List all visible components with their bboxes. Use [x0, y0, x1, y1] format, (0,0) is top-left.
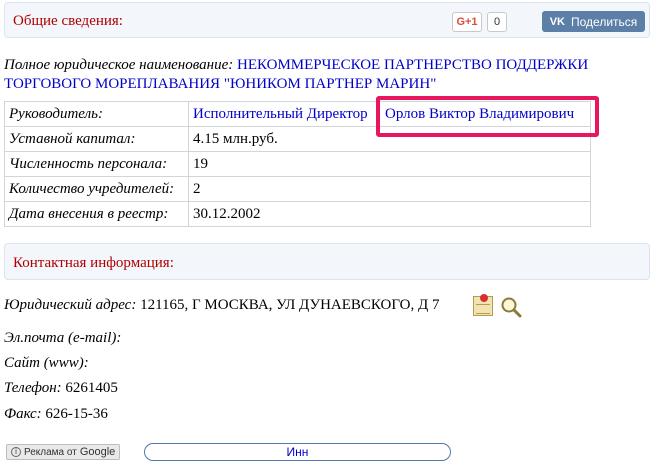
- inn-button[interactable]: Инн: [144, 443, 451, 461]
- table-row: Численность персонала: 19: [4, 151, 591, 177]
- info-icon: i: [11, 447, 21, 457]
- contact-info-title: Контактная информация:: [13, 255, 174, 271]
- email-label: Эл.почта (e-mail):: [4, 330, 122, 346]
- site-label: Сайт (www):: [4, 355, 89, 371]
- site-row: Сайт (www):: [4, 355, 89, 372]
- vk-share-button[interactable]: VK Поделиться: [542, 11, 645, 32]
- table-row: Уставной капитал: 4.15 млн.руб.: [4, 126, 591, 152]
- vk-share-label: Поделиться: [571, 14, 638, 29]
- capital-label: Уставной капитал:: [4, 126, 189, 152]
- fax-value: 626-15-36: [45, 406, 108, 422]
- staff-value: 19: [188, 151, 591, 177]
- email-row: Эл.почта (e-mail):: [4, 330, 121, 347]
- ad-brand: Google: [79, 446, 116, 458]
- map-pin-icon: [480, 294, 488, 302]
- gplus-widget: G+1 0: [452, 12, 507, 32]
- table-row: Дата внесения в реестр: 30.12.2002: [4, 201, 591, 227]
- vk-logo: VK: [549, 15, 565, 28]
- contact-info-header: Контактная информация:: [4, 243, 650, 280]
- address-value: 121165, Г МОСКВА, УЛ ДУНАЕВСКОГО, Д 7: [140, 297, 440, 313]
- director-label: Руководитель:: [4, 101, 189, 127]
- google-ads-badge[interactable]: i Реклама от Google: [6, 444, 121, 460]
- address-label: Юридический адрес:: [4, 297, 137, 313]
- map-icon[interactable]: [473, 294, 493, 316]
- founders-value: 2: [188, 176, 591, 202]
- fax-label: Факс:: [4, 406, 42, 422]
- table-row: Количество учредителей: 2: [4, 176, 591, 202]
- phone-value: 6261405: [65, 380, 118, 396]
- phone-row: Телефон: 6261405: [4, 380, 118, 397]
- gplus-button[interactable]: G+1: [452, 12, 482, 32]
- full-legal-name: Полное юридическое наименование: НЕКОММЕ…: [4, 56, 652, 94]
- gplus-count: 0: [487, 12, 507, 32]
- director-name-link[interactable]: Орлов Виктор Владимирович: [385, 106, 574, 123]
- phone-label: Телефон:: [4, 380, 62, 396]
- staff-label: Численность персонала:: [4, 151, 189, 177]
- full-name-label: Полное юридическое наименование:: [4, 57, 234, 73]
- founders-label: Количество учредителей:: [4, 176, 189, 202]
- search-icon[interactable]: [499, 295, 523, 319]
- legal-address: Юридический адрес: 121165, Г МОСКВА, УЛ …: [4, 297, 439, 314]
- registry-date-value: 30.12.2002: [188, 201, 591, 227]
- capital-value: 4.15 млн.руб.: [188, 126, 591, 152]
- fax-row: Факс: 626-15-36: [4, 406, 108, 423]
- general-info-title: Общие сведения:: [13, 13, 123, 29]
- ad-prefix: Реклама от: [24, 446, 77, 458]
- director-role-link[interactable]: Исполнительный Директор: [193, 106, 368, 122]
- general-info-header: Общие сведения: G+1 0 VK Поделиться: [4, 2, 650, 38]
- registry-date-label: Дата внесения в реестр:: [4, 201, 189, 227]
